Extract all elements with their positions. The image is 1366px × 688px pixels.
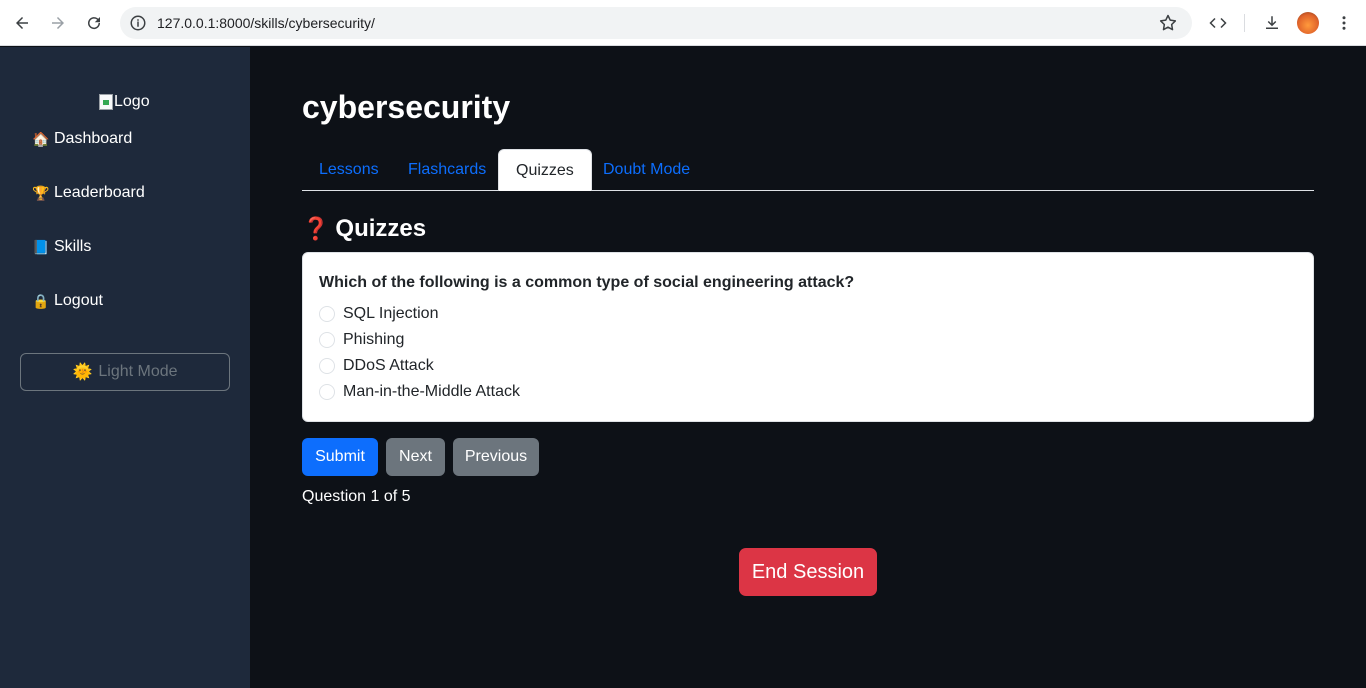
section-title-text: Quizzes [335, 215, 427, 242]
option-label: Phishing [343, 331, 405, 348]
tab-flashcards[interactable]: Flashcards [391, 149, 503, 191]
site-info-icon[interactable] [129, 14, 147, 32]
home-icon: 🏠 [32, 130, 50, 147]
bookmark-star-icon[interactable] [1158, 13, 1178, 33]
quiz-option[interactable]: Phishing [319, 331, 404, 349]
address-bar[interactable]: 127.0.0.1:8000/skills/cybersecurity/ [120, 7, 1192, 39]
sidebar: Logo 🏠 Dashboard 🏆 Leaderboard 📘 Skills … [0, 47, 250, 688]
next-button[interactable]: Next [386, 438, 445, 476]
light-mode-label: Light Mode [98, 363, 178, 380]
radio-button[interactable] [319, 358, 335, 374]
sidebar-item-label: Leaderboard [54, 184, 145, 201]
tab-doubt-mode[interactable]: Doubt Mode [586, 149, 707, 191]
section-title: ❓ Quizzes [302, 215, 426, 243]
radio-button[interactable] [319, 332, 335, 348]
code-icon[interactable] [1204, 9, 1232, 37]
book-icon: 📘 [32, 238, 50, 255]
quiz-option[interactable]: SQL Injection [319, 305, 438, 323]
sidebar-item-leaderboard[interactable]: 🏆 Leaderboard [32, 184, 145, 202]
url-text: 127.0.0.1:8000/skills/cybersecurity/ [157, 15, 375, 31]
radio-button[interactable] [319, 384, 335, 400]
option-label: SQL Injection [343, 305, 439, 322]
sidebar-item-label: Logout [54, 292, 103, 309]
forward-icon[interactable] [44, 9, 72, 37]
previous-button[interactable]: Previous [453, 438, 539, 476]
toolbar-divider [1244, 14, 1245, 32]
broken-image-icon [99, 94, 113, 110]
light-mode-button[interactable]: 🌞 Light Mode [20, 353, 230, 391]
sidebar-item-skills[interactable]: 📘 Skills [32, 238, 91, 256]
option-label: Man-in-the-Middle Attack [343, 383, 520, 400]
quiz-card: Which of the following is a common type … [302, 252, 1314, 422]
question-mark-icon: ❓ [302, 216, 330, 241]
quiz-option[interactable]: DDoS Attack [319, 357, 434, 375]
option-label: DDoS Attack [343, 357, 434, 374]
download-icon[interactable] [1258, 9, 1286, 37]
submit-button[interactable]: Submit [302, 438, 378, 476]
profile-avatar[interactable] [1297, 12, 1319, 34]
page-title: cybersecurity [302, 89, 511, 125]
lock-icon: 🔒 [32, 292, 50, 309]
sidebar-item-logout[interactable]: 🔒 Logout [32, 292, 103, 310]
back-icon[interactable] [8, 9, 36, 37]
logo: Logo [99, 93, 150, 111]
quiz-question: Which of the following is a common type … [319, 274, 855, 291]
sun-icon: 🌞 [72, 364, 93, 381]
tab-bar: Lessons Flashcards Quizzes Doubt Mode [302, 149, 1314, 191]
sidebar-item-dashboard[interactable]: 🏠 Dashboard [32, 130, 132, 148]
sidebar-item-label: Dashboard [54, 130, 133, 147]
tab-lessons[interactable]: Lessons [302, 149, 396, 191]
radio-button[interactable] [319, 306, 335, 322]
more-menu-icon[interactable] [1330, 9, 1358, 37]
browser-toolbar: 127.0.0.1:8000/skills/cybersecurity/ [0, 0, 1366, 46]
main-content: cybersecurity Lessons Flashcards Quizzes… [250, 47, 1366, 688]
quiz-option[interactable]: Man-in-the-Middle Attack [319, 383, 520, 401]
logo-alt-text: Logo [114, 93, 150, 110]
sidebar-item-label: Skills [54, 238, 92, 255]
question-progress: Question 1 of 5 [302, 488, 411, 505]
trophy-icon: 🏆 [32, 184, 50, 201]
reload-icon[interactable] [80, 9, 108, 37]
end-session-button[interactable]: End Session [739, 548, 877, 596]
tab-quizzes[interactable]: Quizzes [498, 149, 592, 191]
